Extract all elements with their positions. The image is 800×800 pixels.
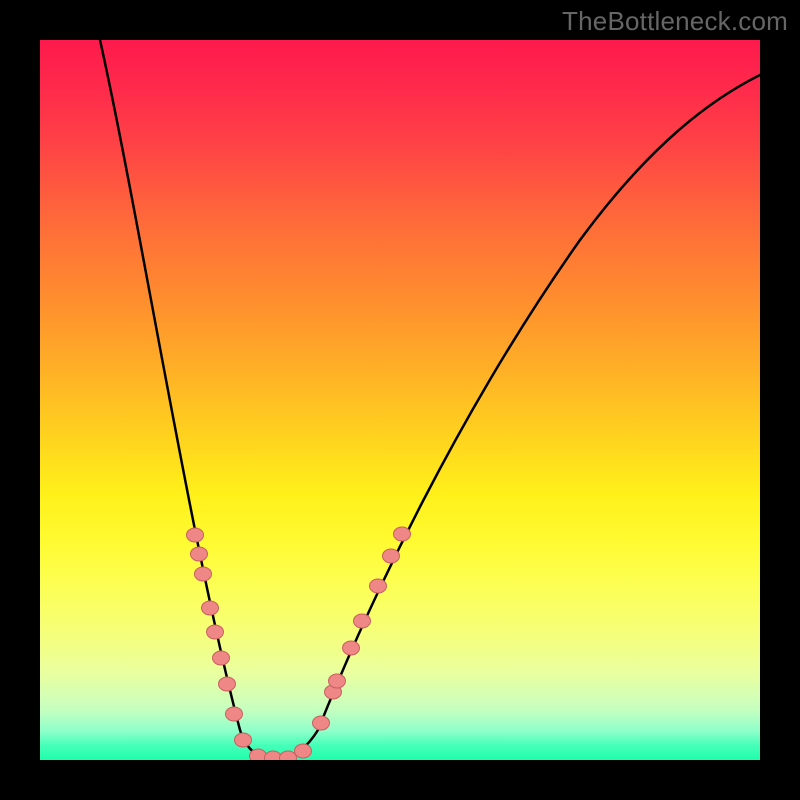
watermark-text: TheBottleneck.com	[562, 6, 788, 37]
data-marker	[383, 549, 400, 563]
data-marker	[213, 651, 230, 665]
data-marker	[265, 751, 282, 760]
data-marker	[187, 528, 204, 542]
chart-svg	[40, 40, 760, 760]
data-marker	[343, 641, 360, 655]
data-marker	[250, 749, 267, 760]
data-marker	[202, 601, 219, 615]
data-marker	[313, 716, 330, 730]
data-marker	[280, 751, 297, 760]
data-marker	[295, 744, 312, 758]
data-marker	[354, 614, 371, 628]
data-marker	[394, 527, 411, 541]
data-marker	[219, 677, 236, 691]
data-marker	[191, 547, 208, 561]
data-marker	[226, 707, 243, 721]
data-marker	[370, 579, 387, 593]
plot-area	[40, 40, 760, 760]
data-marker	[329, 674, 346, 688]
curve-group	[100, 40, 760, 759]
data-marker	[207, 625, 224, 639]
data-marker	[235, 733, 252, 747]
data-marker	[195, 567, 212, 581]
curve-left-branch	[100, 40, 275, 759]
curve-right-branch	[275, 75, 760, 759]
chart-frame: TheBottleneck.com	[0, 0, 800, 800]
